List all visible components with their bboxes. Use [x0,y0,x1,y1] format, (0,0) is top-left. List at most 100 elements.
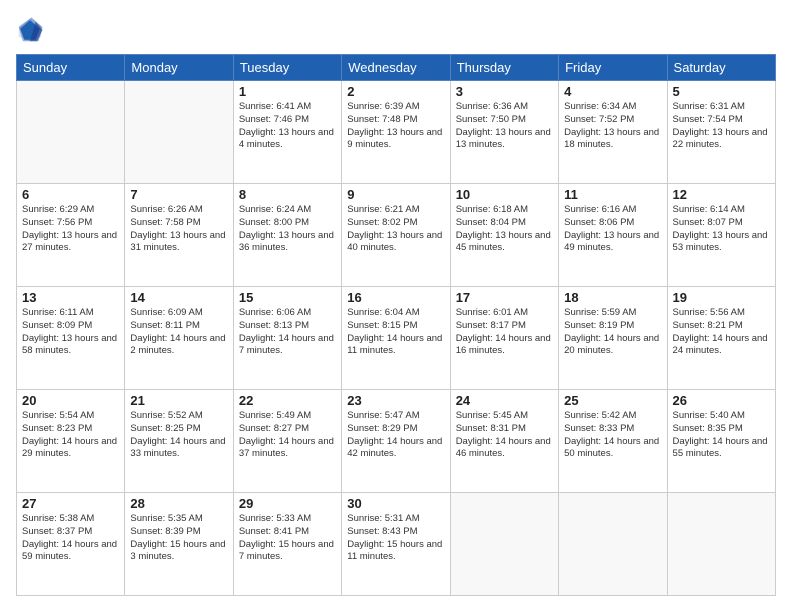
calendar-cell: 28 Sunrise: 5:35 AM Sunset: 8:39 PM Dayli… [125,493,233,596]
calendar-cell: 25Sunrise: 5:42 AM Sunset: 8:33 PM Dayli… [559,390,667,493]
day-number: 23 [347,393,444,408]
calendar-cell: 4 Sunrise: 6:34 AM Sunset: 7:52 PM Daylig… [559,81,667,184]
day-info: Sunrise: 6:09 AM Sunset: 8:11 PM Dayligh… [130,307,227,358]
logo-icon [16,16,44,44]
day-number: 9 [347,187,444,202]
calendar-cell [125,81,233,184]
day-info: Sunrise: 6:39 AM Sunset: 7:48 PM Dayligh… [347,101,444,152]
day-info: Sunrise: 6:26 AM Sunset: 7:58 PM Dayligh… [130,204,227,255]
day-info: Sunrise: 6:24 AM Sunset: 8:00 PM Dayligh… [239,204,336,255]
day-number: 28 [130,496,227,511]
day-number: 20 [22,393,119,408]
calendar-cell: 3Sunrise: 6:36 AM Sunset: 7:50 PM Daylig… [450,81,558,184]
day-info: Sunrise: 6:14 AM Sunset: 8:07 PM Dayligh… [673,204,770,255]
day-number: 27 [22,496,119,511]
calendar-cell [450,493,558,596]
day-number: 6 [22,187,119,202]
day-info: Sunrise: 5:52 AM Sunset: 8:25 PM Dayligh… [130,410,227,461]
calendar-week-0: 1 Sunrise: 6:41 AM Sunset: 7:46 PM Daylig… [17,81,776,184]
day-info: Sunrise: 6:41 AM Sunset: 7:46 PM Dayligh… [239,101,336,152]
day-info: Sunrise: 6:04 AM Sunset: 8:15 PM Dayligh… [347,307,444,358]
day-number: 2 [347,84,444,99]
calendar-cell [667,493,775,596]
calendar-cell: 13 Sunrise: 6:11 AM Sunset: 8:09 PM Dayli… [17,287,125,390]
calendar-cell: 1 Sunrise: 6:41 AM Sunset: 7:46 PM Daylig… [233,81,341,184]
day-number: 25 [564,393,661,408]
day-number: 8 [239,187,336,202]
day-number: 29 [239,496,336,511]
day-info: Sunrise: 5:35 AM Sunset: 8:39 PM Dayligh… [130,513,227,564]
logo [16,16,48,44]
page: SundayMondayTuesdayWednesdayThursdayFrid… [0,0,792,612]
calendar-cell [17,81,125,184]
day-number: 1 [239,84,336,99]
day-number: 10 [456,187,553,202]
day-number: 21 [130,393,227,408]
day-number: 14 [130,290,227,305]
day-info: Sunrise: 6:29 AM Sunset: 7:56 PM Dayligh… [22,204,119,255]
day-number: 5 [673,84,770,99]
calendar-cell: 15Sunrise: 6:06 AM Sunset: 8:13 PM Dayli… [233,287,341,390]
day-number: 7 [130,187,227,202]
calendar-week-2: 13 Sunrise: 6:11 AM Sunset: 8:09 PM Dayli… [17,287,776,390]
calendar-cell: 27 Sunrise: 5:38 AM Sunset: 8:37 PM Dayli… [17,493,125,596]
calendar-cell: 14 Sunrise: 6:09 AM Sunset: 8:11 PM Dayli… [125,287,233,390]
day-number: 11 [564,187,661,202]
calendar-header-wednesday: Wednesday [342,55,450,81]
calendar-cell: 12 Sunrise: 6:14 AM Sunset: 8:07 PM Dayli… [667,184,775,287]
calendar-week-4: 27 Sunrise: 5:38 AM Sunset: 8:37 PM Dayli… [17,493,776,596]
day-info: Sunrise: 6:01 AM Sunset: 8:17 PM Dayligh… [456,307,553,358]
day-info: Sunrise: 6:18 AM Sunset: 8:04 PM Dayligh… [456,204,553,255]
calendar-header-row: SundayMondayTuesdayWednesdayThursdayFrid… [17,55,776,81]
day-number: 17 [456,290,553,305]
calendar-cell: 19 Sunrise: 5:56 AM Sunset: 8:21 PM Dayli… [667,287,775,390]
day-number: 12 [673,187,770,202]
day-info: Sunrise: 5:40 AM Sunset: 8:35 PM Dayligh… [673,410,770,461]
day-info: Sunrise: 6:16 AM Sunset: 8:06 PM Dayligh… [564,204,661,255]
calendar-cell: 8 Sunrise: 6:24 AM Sunset: 8:00 PM Daylig… [233,184,341,287]
calendar-cell: 10 Sunrise: 6:18 AM Sunset: 8:04 PM Dayli… [450,184,558,287]
day-info: Sunrise: 5:56 AM Sunset: 8:21 PM Dayligh… [673,307,770,358]
day-number: 30 [347,496,444,511]
calendar-cell: 21 Sunrise: 5:52 AM Sunset: 8:25 PM Dayli… [125,390,233,493]
calendar-header-thursday: Thursday [450,55,558,81]
calendar-cell: 17 Sunrise: 6:01 AM Sunset: 8:17 PM Dayli… [450,287,558,390]
day-info: Sunrise: 5:45 AM Sunset: 8:31 PM Dayligh… [456,410,553,461]
day-info: Sunrise: 5:47 AM Sunset: 8:29 PM Dayligh… [347,410,444,461]
calendar-cell: 7 Sunrise: 6:26 AM Sunset: 7:58 PM Daylig… [125,184,233,287]
day-number: 24 [456,393,553,408]
day-info: Sunrise: 6:36 AM Sunset: 7:50 PM Dayligh… [456,101,553,152]
calendar-header-tuesday: Tuesday [233,55,341,81]
calendar-cell: 29Sunrise: 5:33 AM Sunset: 8:41 PM Dayli… [233,493,341,596]
day-info: Sunrise: 6:31 AM Sunset: 7:54 PM Dayligh… [673,101,770,152]
calendar-week-1: 6 Sunrise: 6:29 AM Sunset: 7:56 PM Daylig… [17,184,776,287]
calendar-cell: 23 Sunrise: 5:47 AM Sunset: 8:29 PM Dayli… [342,390,450,493]
day-number: 13 [22,290,119,305]
calendar-week-3: 20 Sunrise: 5:54 AM Sunset: 8:23 PM Dayli… [17,390,776,493]
calendar-cell: 11 Sunrise: 6:16 AM Sunset: 8:06 PM Dayli… [559,184,667,287]
calendar-cell: 18Sunrise: 5:59 AM Sunset: 8:19 PM Dayli… [559,287,667,390]
day-info: Sunrise: 6:06 AM Sunset: 8:13 PM Dayligh… [239,307,336,358]
calendar-cell: 6 Sunrise: 6:29 AM Sunset: 7:56 PM Daylig… [17,184,125,287]
calendar-cell: 26Sunrise: 5:40 AM Sunset: 8:35 PM Dayli… [667,390,775,493]
calendar-cell: 16Sunrise: 6:04 AM Sunset: 8:15 PM Dayli… [342,287,450,390]
day-info: Sunrise: 5:54 AM Sunset: 8:23 PM Dayligh… [22,410,119,461]
header [16,16,776,44]
calendar-cell: 24 Sunrise: 5:45 AM Sunset: 8:31 PM Dayli… [450,390,558,493]
calendar-cell: 20 Sunrise: 5:54 AM Sunset: 8:23 PM Dayli… [17,390,125,493]
day-number: 4 [564,84,661,99]
day-info: Sunrise: 5:59 AM Sunset: 8:19 PM Dayligh… [564,307,661,358]
calendar-cell: 2 Sunrise: 6:39 AM Sunset: 7:48 PM Daylig… [342,81,450,184]
calendar-cell: 30 Sunrise: 5:31 AM Sunset: 8:43 PM Dayli… [342,493,450,596]
day-info: Sunrise: 5:31 AM Sunset: 8:43 PM Dayligh… [347,513,444,564]
day-info: Sunrise: 6:21 AM Sunset: 8:02 PM Dayligh… [347,204,444,255]
day-info: Sunrise: 6:34 AM Sunset: 7:52 PM Dayligh… [564,101,661,152]
day-info: Sunrise: 6:11 AM Sunset: 8:09 PM Dayligh… [22,307,119,358]
calendar-cell: 22 Sunrise: 5:49 AM Sunset: 8:27 PM Dayli… [233,390,341,493]
day-info: Sunrise: 5:38 AM Sunset: 8:37 PM Dayligh… [22,513,119,564]
day-number: 19 [673,290,770,305]
day-number: 22 [239,393,336,408]
calendar-header-saturday: Saturday [667,55,775,81]
calendar-cell: 9 Sunrise: 6:21 AM Sunset: 8:02 PM Daylig… [342,184,450,287]
day-info: Sunrise: 5:49 AM Sunset: 8:27 PM Dayligh… [239,410,336,461]
